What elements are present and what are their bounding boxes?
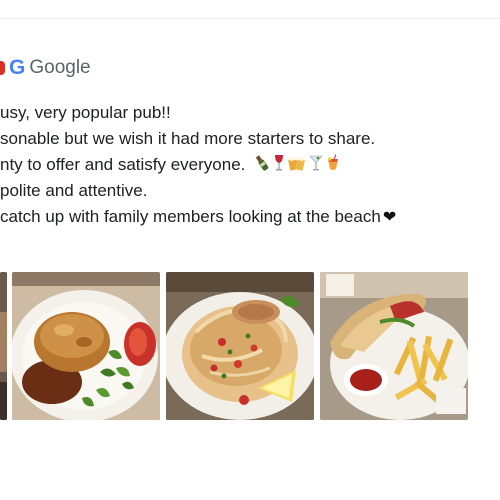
wine-glass-icon — [275, 155, 284, 171]
source-name: Google — [29, 57, 91, 78]
review-line: sonable but we wish it had more starters… — [0, 129, 376, 148]
source-accent — [0, 61, 5, 75]
review-line: polite and attentive. — [0, 181, 148, 200]
beer-mugs-icon — [288, 157, 305, 171]
tropical-drink-icon — [328, 154, 339, 170]
cocktail-icon — [309, 155, 323, 171]
review-line: nty to offer and satisfy everyone. — [0, 152, 500, 178]
photo-partial-left[interactable] — [0, 272, 7, 420]
divider — [0, 18, 500, 19]
review-card: G Google usy, very popular pub!! sonable… — [0, 0, 500, 500]
review-photos — [0, 272, 500, 420]
photo-wrap-fries[interactable] — [320, 272, 468, 420]
drink-emojis — [254, 154, 340, 172]
champagne-icon — [255, 155, 269, 171]
photo-pasta-seafood[interactable] — [166, 272, 314, 420]
review-line: catch up with family members looking at … — [0, 204, 500, 230]
google-logo-icon: G — [9, 56, 26, 79]
photo-pie-salad[interactable] — [12, 272, 160, 420]
review-body: usy, very popular pub!! sonable but we w… — [0, 100, 500, 230]
review-line: usy, very popular pub!! — [0, 103, 171, 122]
review-line-text: nty to offer and satisfy everyone. — [0, 155, 246, 174]
review-line-text: catch up with family members looking at … — [0, 207, 381, 226]
heart-icon: ❤ — [382, 209, 397, 226]
review-source[interactable]: G Google — [0, 56, 91, 80]
